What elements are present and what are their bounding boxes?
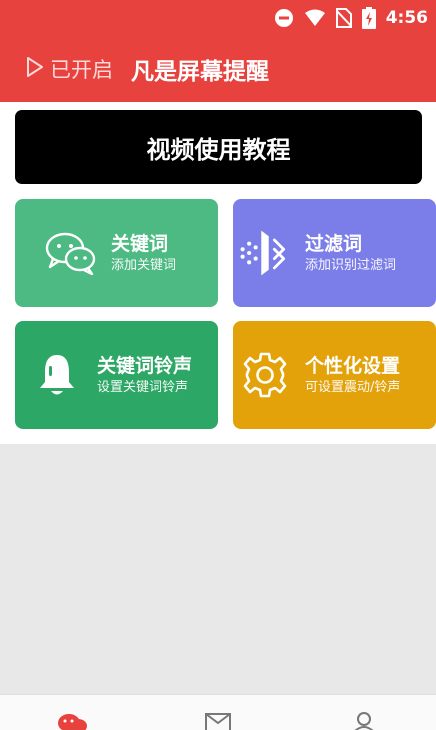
bottom-nav [0,694,436,730]
no-sim-icon [335,8,352,28]
message-icon [204,711,232,730]
play-icon [26,56,44,83]
keyword-ringtone-tile[interactable]: 关键词铃声 设置关键词铃声 [15,321,218,429]
app-title: 凡是屏幕提醒 [131,59,269,85]
gear-icon [237,347,293,403]
nav-profile[interactable] [344,711,384,730]
service-toggle[interactable]: 已开启 [26,54,113,84]
personalization-tile-title: 个性化设置 [305,355,401,377]
filter-tile-title: 过滤词 [305,233,363,255]
nav-home[interactable] [52,711,92,730]
filter-tile-subtitle: 添加识别过滤词 [305,258,397,273]
video-tutorial-button[interactable]: 视频使用教程 [15,110,422,184]
keyword-tile[interactable]: 关键词 添加关键词 [15,199,218,307]
filter-icon [237,225,293,281]
wifi-icon [304,9,326,27]
keyword-ringtone-tile-subtitle: 设置关键词铃声 [97,380,189,395]
keyword-tile-subtitle: 添加关键词 [111,258,177,273]
status-bar: 4:56 [274,0,436,36]
nav-messages[interactable] [198,711,238,730]
keyword-ringtone-tile-title: 关键词铃声 [97,355,193,377]
profile-icon [352,711,376,730]
personalization-tile[interactable]: 个性化设置 可设置震动/铃声 [233,321,436,429]
do-not-disturb-icon [274,8,294,28]
wechat-icon [43,225,99,281]
service-status-label: 已开启 [50,58,113,82]
personalization-tile-subtitle: 可设置震动/铃声 [305,380,401,395]
keyword-tile-title: 关键词 [111,233,169,255]
home-icon [57,711,87,730]
bell-icon [29,347,85,403]
battery-charging-icon [361,7,376,29]
app-header: 4:56 已开启 凡是屏幕提醒 [0,0,436,102]
filter-tile[interactable]: 过滤词 添加识别过滤词 [233,199,436,307]
main-content: 视频使用教程 关键词 添加关键词 过滤词 添加识别过滤词 关键词铃声 设置关键词… [0,102,436,444]
status-time: 4:56 [385,8,428,28]
